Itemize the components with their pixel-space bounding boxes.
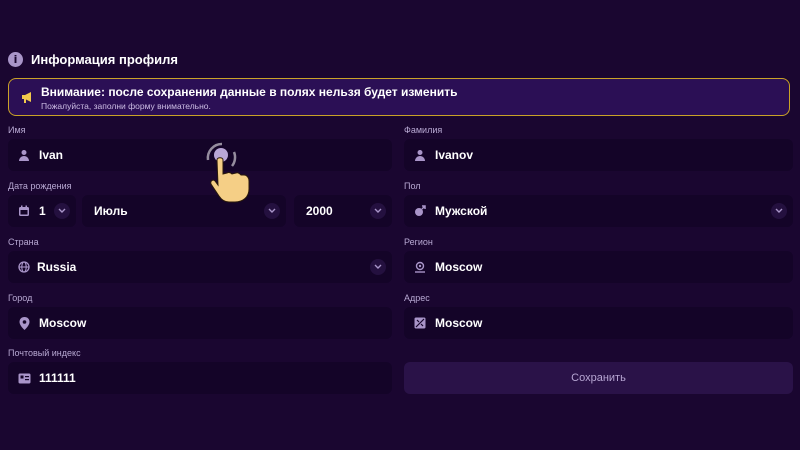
postal-code-value: 111111 bbox=[39, 371, 76, 385]
address-label: Адрес bbox=[404, 293, 430, 303]
country-select[interactable]: Russia bbox=[8, 251, 392, 283]
chevron-down-icon[interactable] bbox=[370, 203, 386, 219]
address-value: Moscow bbox=[435, 316, 483, 330]
birth-day-value: 1 bbox=[39, 204, 46, 218]
postal-code-label: Почтовый индекс bbox=[8, 348, 81, 358]
first-name-label: Имя bbox=[8, 125, 26, 135]
birth-year-select[interactable]: 2000 bbox=[294, 195, 392, 227]
warning-subtitle: Пожалуйста, заполни форму внимательно. bbox=[41, 101, 211, 111]
info-icon: i bbox=[8, 52, 23, 67]
country-label: Страна bbox=[8, 237, 39, 247]
gender-select[interactable]: Мужской bbox=[404, 195, 793, 227]
location-pin-icon bbox=[17, 316, 31, 330]
city-label: Город bbox=[8, 293, 33, 303]
region-label: Регион bbox=[404, 237, 433, 247]
calendar-icon bbox=[17, 204, 31, 218]
birth-day-select[interactable]: 1 bbox=[8, 195, 76, 227]
birth-month-value: Июль bbox=[94, 204, 128, 218]
first-name-value: Ivan bbox=[39, 148, 64, 162]
gender-icon bbox=[413, 204, 427, 218]
tap-hand-icon bbox=[200, 138, 260, 208]
region-field[interactable]: Moscow bbox=[404, 251, 793, 283]
page-title: Информация профиля bbox=[31, 52, 178, 67]
region-pin-icon bbox=[413, 260, 427, 274]
save-button[interactable]: Сохранить bbox=[404, 362, 793, 394]
birth-year-value: 2000 bbox=[306, 204, 333, 218]
city-field[interactable]: Moscow bbox=[8, 307, 392, 339]
chevron-down-icon[interactable] bbox=[54, 203, 70, 219]
page-header: i Информация профиля bbox=[8, 52, 178, 67]
chevron-down-icon[interactable] bbox=[264, 203, 280, 219]
globe-icon bbox=[17, 260, 31, 274]
megaphone-icon bbox=[21, 90, 35, 109]
map-icon bbox=[413, 316, 427, 330]
chevron-down-icon[interactable] bbox=[771, 203, 787, 219]
user-icon bbox=[17, 148, 31, 162]
user-icon bbox=[413, 148, 427, 162]
warning-banner: Внимание: после сохранения данные в поля… bbox=[8, 78, 790, 116]
last-name-field[interactable]: Ivanov bbox=[404, 139, 793, 171]
country-value: Russia bbox=[37, 260, 77, 274]
last-name-label: Фамилия bbox=[404, 125, 443, 135]
region-value: Moscow bbox=[435, 260, 483, 274]
postal-code-field[interactable]: 111111 bbox=[8, 362, 392, 394]
city-value: Moscow bbox=[39, 316, 87, 330]
warning-title: Внимание: после сохранения данные в поля… bbox=[41, 85, 458, 99]
address-field[interactable]: Moscow bbox=[404, 307, 793, 339]
last-name-value: Ivanov bbox=[435, 148, 474, 162]
chevron-down-icon[interactable] bbox=[370, 259, 386, 275]
gender-label: Пол bbox=[404, 181, 421, 191]
birth-date-label: Дата рождения bbox=[8, 181, 72, 191]
id-card-icon bbox=[17, 371, 31, 385]
gender-value: Мужской bbox=[435, 204, 488, 218]
